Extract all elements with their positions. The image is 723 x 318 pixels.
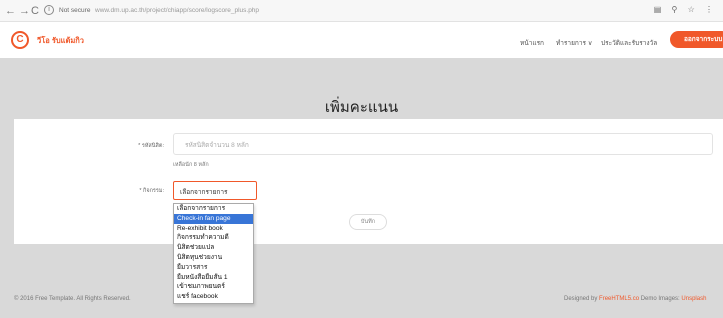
back-arrow-icon[interactable]: ←	[5, 4, 16, 18]
page-title: เพิ่มคะแนน	[324, 98, 399, 116]
student-id-label: * รหัสนิสิต:	[138, 143, 164, 149]
reload-icon[interactable]: C	[31, 4, 39, 18]
student-id-input[interactable]: รหัสนิสิตจำนวน 8 หลัก	[173, 133, 713, 155]
logout-button[interactable]: ออกจากระบบ	[670, 31, 723, 48]
activity-label: * กิจกรรม:	[139, 188, 164, 194]
security-label: Not secure	[59, 7, 91, 14]
save-button[interactable]: บันทึก	[349, 214, 387, 230]
dropdown-option[interactable]: Re-exhibit book	[174, 224, 253, 234]
dropdown-option[interactable]: นิสิตช่วยแปล	[174, 243, 253, 253]
url-field[interactable]: www.dm.up.ac.th/project/chiapp/score/log…	[95, 5, 259, 16]
activity-select[interactable]: เลือกจากรายการ	[173, 181, 257, 200]
dropdown-option[interactable]: นิสิตทุนช่วยงาน	[174, 253, 253, 263]
forward-arrow-icon[interactable]: →	[19, 4, 30, 18]
info-icon[interactable]: i	[44, 5, 54, 15]
nav-home[interactable]: หน้าแรก	[520, 38, 544, 48]
unsplash-link[interactable]: Unsplash	[681, 296, 706, 302]
freehtml5-link[interactable]: FreeHTML5.co	[599, 296, 639, 302]
footer-credits: Designed by FreeHTML5.co Demo Images: Un…	[564, 296, 706, 302]
student-id-hint: เหลือนัก 8 หลัก	[173, 162, 209, 168]
nav-transactions[interactable]: ทำรายการ ∨	[556, 38, 593, 48]
dropdown-option[interactable]: เข้าชมภาพยนตร์	[174, 282, 253, 292]
dropdown-option[interactable]: เลือกจากรายการ	[174, 204, 253, 214]
dropdown-option[interactable]: Check-in fan page	[174, 213, 253, 224]
activity-selected-value: เลือกจากรายการ	[180, 189, 228, 196]
dropdown-option[interactable]: ยืมวารสาร	[174, 263, 253, 273]
browser-address-bar: ← → C i Not secure www.dm.up.ac.th/proje…	[0, 0, 723, 22]
student-id-placeholder: รหัสนิสิตจำนวน 8 หลัก	[185, 142, 249, 149]
dropdown-option[interactable]: กิจกรรมทำความดี	[174, 233, 253, 243]
browser-extension-icons[interactable]: ▤ ⚲ ☆ ⋮	[654, 5, 717, 14]
site-logo-icon[interactable]: C	[11, 31, 29, 49]
dropdown-option[interactable]: แชร์ facebook	[174, 292, 253, 302]
footer-copyright: © 2016 Free Template. All Rights Reserve…	[14, 296, 131, 302]
designed-by-text: Designed by	[564, 296, 600, 302]
demo-images-text: Demo Images:	[639, 296, 682, 302]
site-name[interactable]: วีโอ รับแต้มกิว	[37, 35, 84, 47]
activity-dropdown-list: เลือกจากรายการ Check-in fan page Re-exhibi…	[173, 203, 254, 304]
nav-history-rewards[interactable]: ประวัติและรับรางวัล	[601, 38, 657, 48]
dropdown-option[interactable]: ยืมหนังสือยืมสั้น 1	[174, 273, 253, 283]
